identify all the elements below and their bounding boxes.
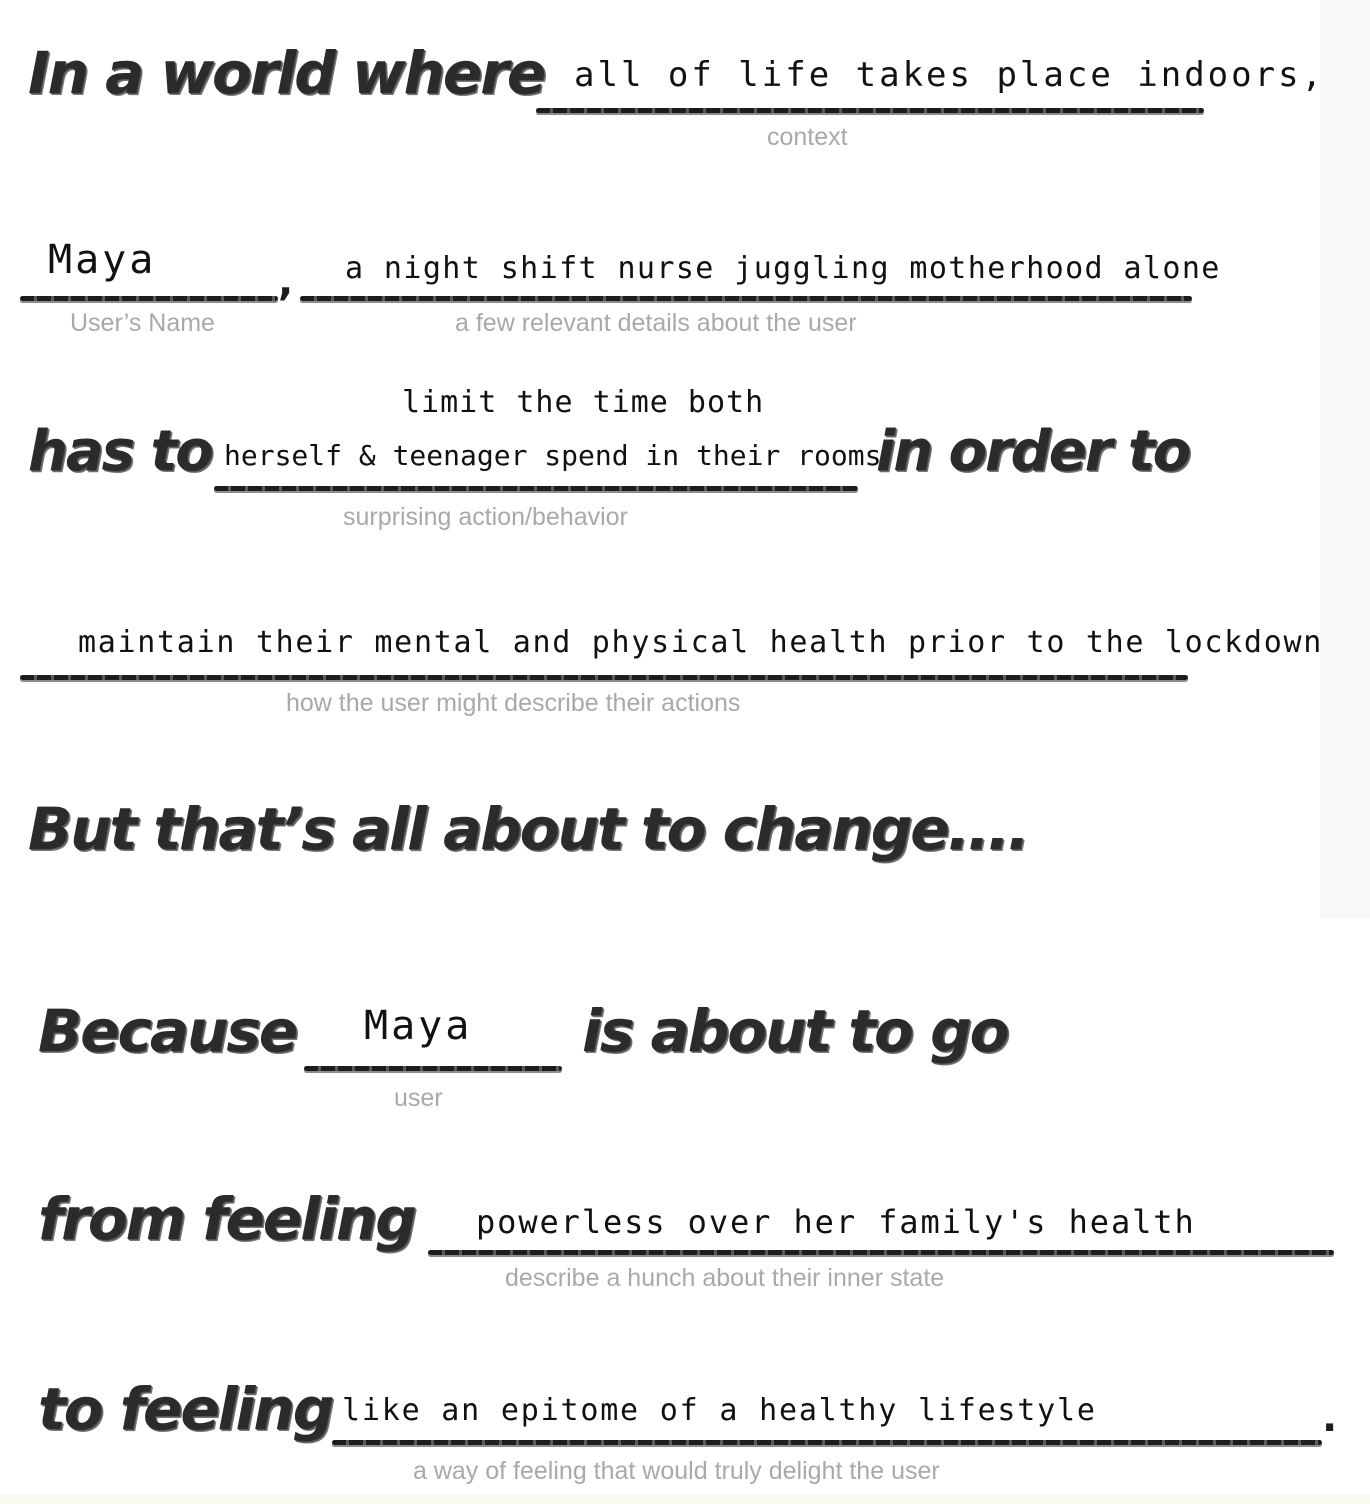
user-details-blank[interactable] <box>300 296 1192 301</box>
context-hint: context <box>767 123 848 151</box>
period-mark: . <box>1322 1395 1338 1441</box>
action-answer-line-1[interactable]: limit the time both <box>402 388 764 418</box>
action-blank[interactable] <box>214 486 858 491</box>
description-answer[interactable]: maintain their mental and physical healt… <box>78 628 1323 658</box>
context-answer[interactable]: all of life takes place indoors, <box>574 58 1325 92</box>
user-name-blank[interactable] <box>20 296 278 301</box>
user-hint: user <box>394 1084 443 1112</box>
heading-in-a-world-where: In a world where <box>28 39 546 107</box>
description-blank[interactable] <box>20 675 1188 680</box>
user-blank[interactable] <box>304 1066 562 1071</box>
heading-because: Because <box>38 997 298 1065</box>
heading-in-order-to: in order to <box>876 419 1191 484</box>
heading-is-about-to-go: is about to go <box>582 997 1009 1065</box>
comma-mark: , <box>278 259 294 305</box>
bottom-strip <box>0 1494 1370 1504</box>
delight-answer[interactable]: like an epitome of a healthy lifestyle <box>342 1396 1097 1426</box>
delight-blank[interactable] <box>332 1440 1322 1445</box>
description-hint: how the user might describe their action… <box>286 689 741 717</box>
context-blank[interactable] <box>536 108 1204 113</box>
action-hint: surprising action/behavior <box>343 503 628 531</box>
user-details-answer[interactable]: a night shift nurse juggling motherhood … <box>345 254 1221 284</box>
user-details-hint: a few relevant details about the user <box>455 309 857 337</box>
user-answer[interactable]: Maya <box>364 1006 472 1046</box>
heading-but-thats-all-about-to-change: But that’s all about to change.... <box>28 795 1030 863</box>
delight-hint: a way of feeling that would truly deligh… <box>413 1457 940 1485</box>
user-name-hint: User’s Name <box>70 309 215 337</box>
heading-has-to: has to <box>28 419 214 484</box>
action-answer-line-2[interactable]: herself & teenager spend in their rooms <box>224 442 881 470</box>
inner-state-hint: describe a hunch about their inner state <box>505 1264 945 1292</box>
inner-state-blank[interactable] <box>428 1250 1334 1255</box>
user-name-answer[interactable]: Maya <box>48 240 156 280</box>
side-panel-strip <box>1320 0 1370 918</box>
heading-from-feeling: from feeling <box>38 1185 417 1253</box>
inner-state-answer[interactable]: powerless over her family's health <box>476 1206 1196 1238</box>
heading-to-feeling: to feeling <box>38 1375 334 1443</box>
